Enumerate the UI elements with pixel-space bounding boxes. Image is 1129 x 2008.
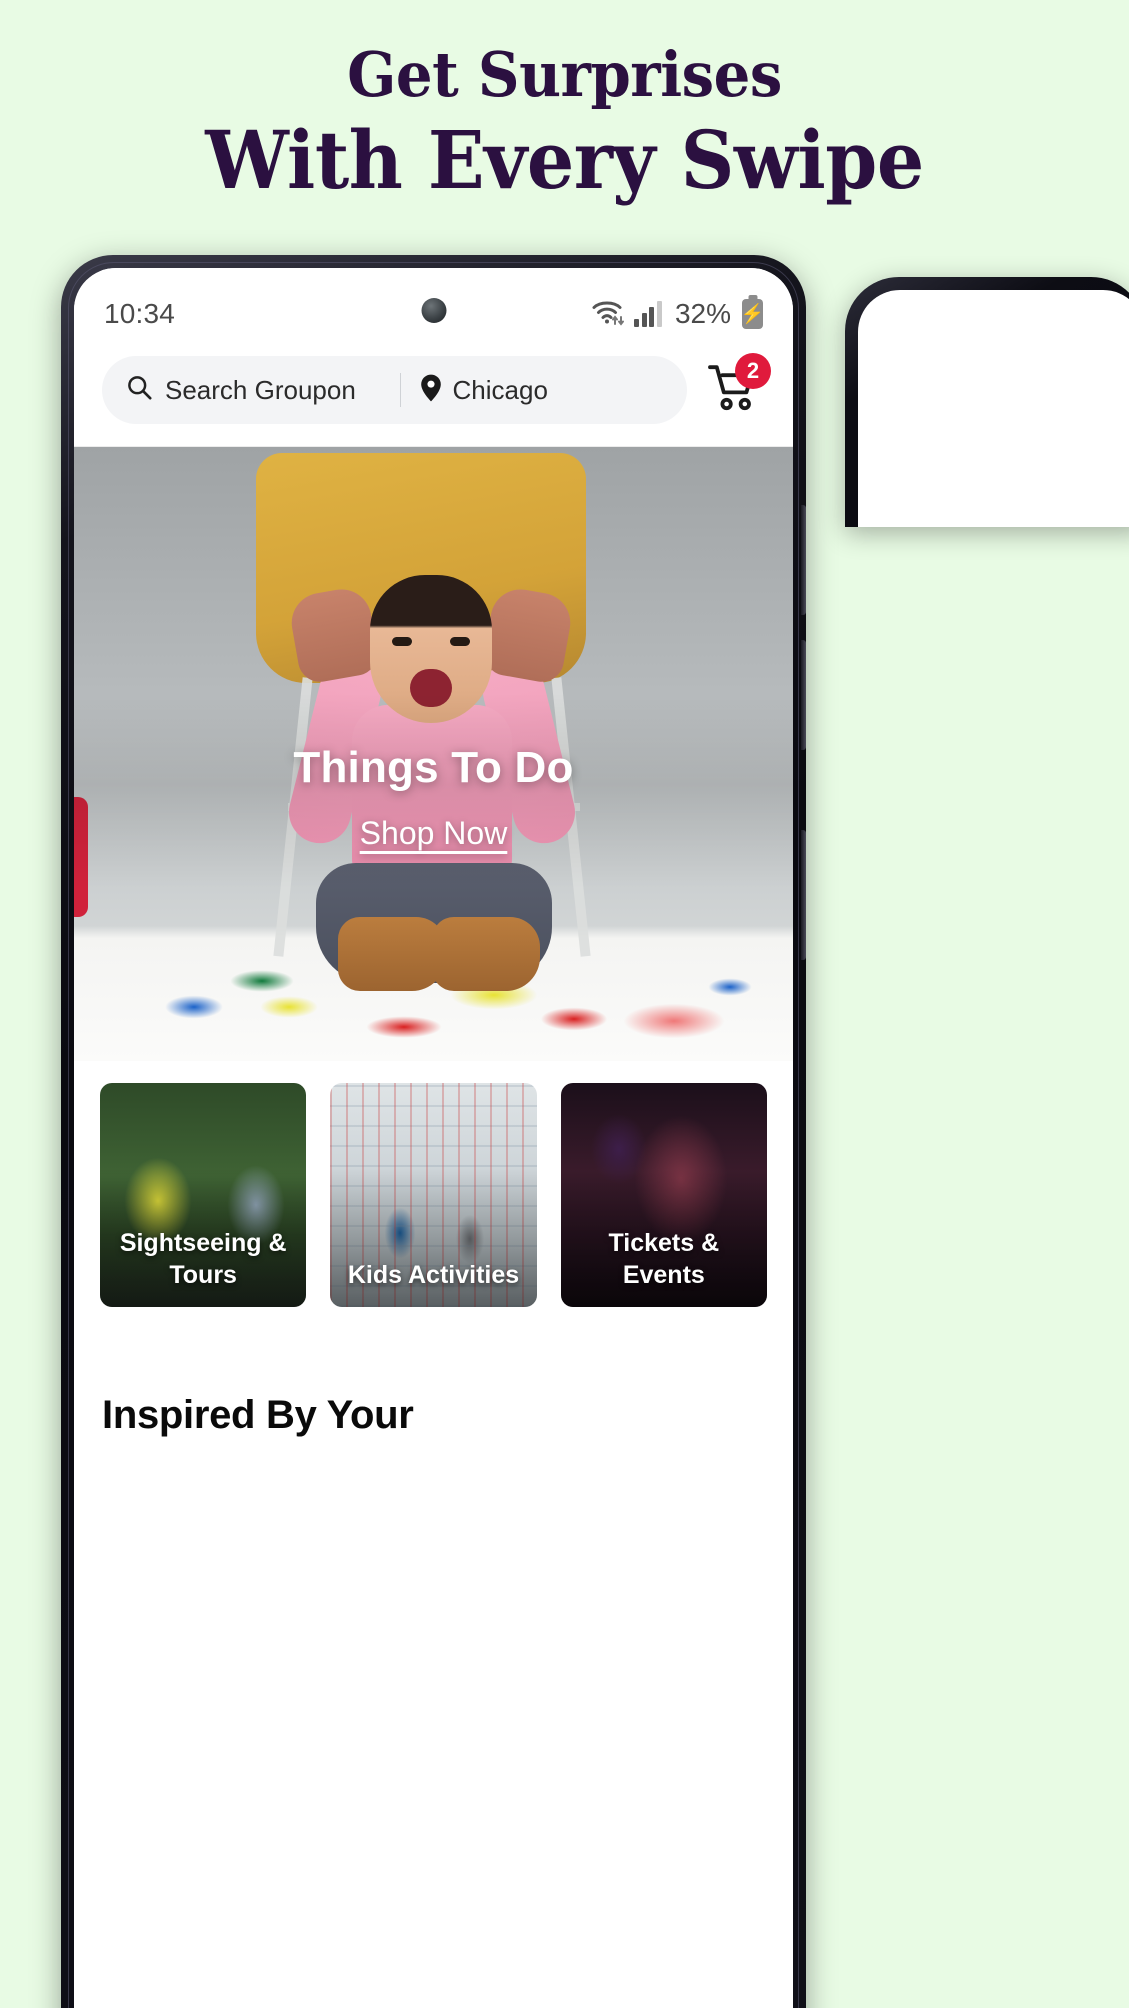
wifi-icon: [591, 298, 625, 331]
hero-shop-now-link[interactable]: Shop Now: [360, 815, 508, 852]
cart-badge-count: 2: [735, 353, 771, 389]
cart-button[interactable]: 2: [703, 353, 771, 421]
secondary-phone-mockup: [845, 277, 1129, 527]
headline-line-2: With Every Swipe: [205, 113, 924, 207]
status-bar: 10:34 32% ⚡: [74, 268, 793, 346]
hero-banner[interactable]: Things To Do Shop Now: [74, 447, 793, 1061]
category-tile-kids-activities[interactable]: Kids Activities: [330, 1083, 537, 1307]
search-placeholder-text: Search Groupon: [165, 374, 356, 405]
phone-screen: 10:34 32% ⚡ Search Groupon Chicago 2 Thi…: [74, 268, 793, 2008]
category-tile-label: Sightseeing & Tours: [119, 1229, 287, 1289]
power-button[interactable]: [801, 830, 806, 960]
status-bar-time: 10:34: [104, 298, 176, 329]
phone-mockup: 10:34 32% ⚡ Search Groupon Chicago 2 Thi…: [61, 255, 806, 2008]
charging-bolt-icon: ⚡: [740, 303, 765, 325]
cellular-signal-icon: [634, 301, 662, 327]
search-input[interactable]: Search Groupon: [110, 374, 400, 406]
app-search-header: Search Groupon Chicago 2: [74, 346, 793, 447]
volume-up-button[interactable]: [801, 505, 806, 615]
headline-line-1: Get Surprises: [347, 38, 782, 111]
location-pin-icon: [419, 374, 443, 407]
location-selector[interactable]: Chicago: [401, 374, 679, 407]
hero-content: Things To Do Shop Now: [74, 743, 793, 852]
search-bar[interactable]: Search Groupon Chicago: [102, 356, 687, 424]
category-tile-tickets-events[interactable]: Tickets & Events: [560, 1083, 767, 1307]
volume-down-button[interactable]: [801, 640, 806, 750]
status-bar-indicators: 32% ⚡: [591, 298, 765, 331]
battery-charging-icon: ⚡: [740, 299, 765, 329]
marketing-headline: Get Surprises With Every Swipe: [0, 38, 1129, 206]
battery-percent-label: 32%: [674, 298, 731, 329]
category-tile-label: Tickets & Events: [608, 1229, 720, 1289]
inspired-section-title: Inspired By Your: [102, 1393, 414, 1437]
front-camera-icon: [421, 298, 446, 323]
category-tiles: Sightseeing & Tours Kids Activities Tick…: [74, 1061, 793, 1333]
location-value-text: Chicago: [452, 374, 548, 405]
category-tile-label: Kids Activities: [347, 1261, 520, 1289]
inspired-section: Inspired By Your: [74, 1333, 793, 1438]
search-icon: [126, 374, 153, 406]
hero-title: Things To Do: [293, 743, 574, 792]
category-tile-sightseeing-tours[interactable]: Sightseeing & Tours: [100, 1083, 307, 1307]
secondary-phone-screen: [858, 290, 1129, 527]
